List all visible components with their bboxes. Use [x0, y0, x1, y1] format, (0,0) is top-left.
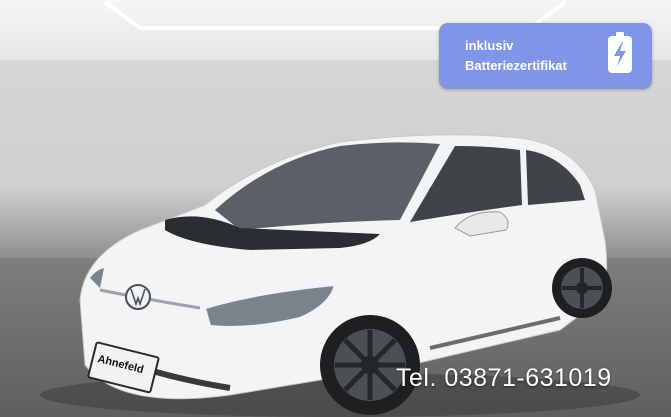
dealer-plate-text: Ahnefeld: [96, 353, 145, 377]
battery-charging-icon: [608, 32, 632, 73]
badge-line-1: inklusiv: [465, 38, 514, 53]
battery-certificate-badge: inklusiv Batteriezertifikat: [439, 23, 652, 89]
phone-overlay: Tel. 03871-631019: [396, 364, 612, 392]
car-photo: inklusiv Batteriezertifikat Ahnefeld Tel…: [0, 0, 671, 417]
badge-line-2: Batteriezertifikat: [465, 58, 567, 73]
